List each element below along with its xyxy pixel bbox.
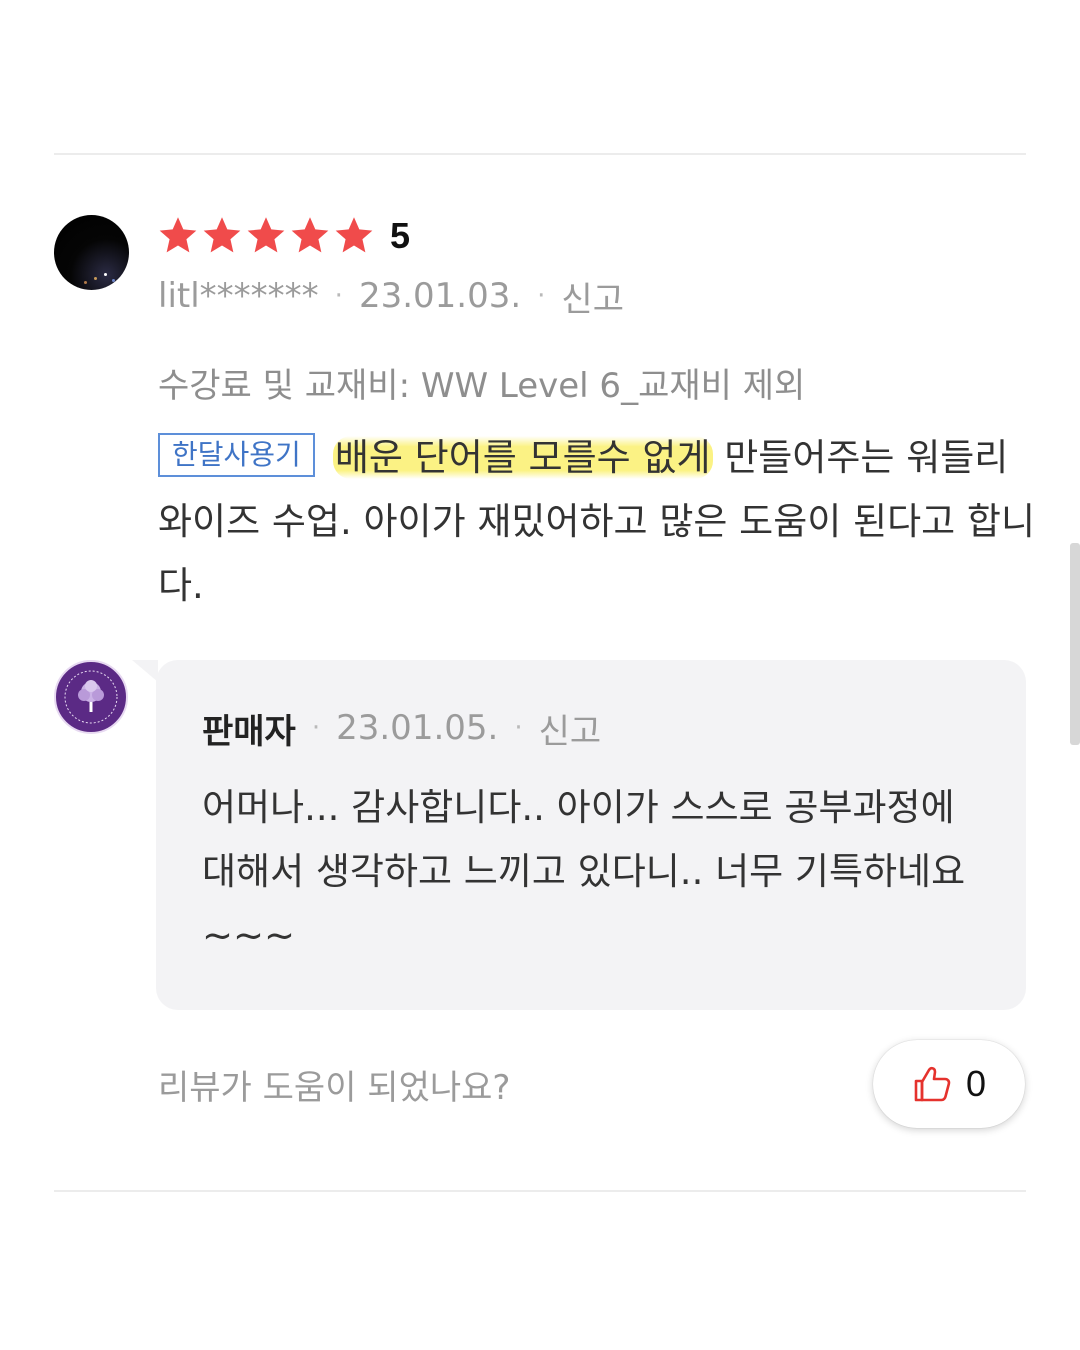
highlighted-text: 배운 단어를 모를수 없게 — [332, 436, 713, 479]
reply-report-link[interactable]: 신고 — [539, 704, 602, 753]
helpful-question: 리뷰가 도움이 되었나요? — [158, 1068, 511, 1108]
seller-avatar — [54, 660, 128, 734]
star-icon — [291, 217, 329, 253]
star-icon — [203, 217, 241, 253]
star-rating — [156, 214, 376, 258]
thumbs-up-icon — [914, 1066, 951, 1102]
bubble-tail — [132, 660, 158, 682]
reply-meta: 판매자 · 23.01.05. · 신고 — [202, 704, 601, 752]
seller-logo — [64, 670, 118, 724]
bottom-divider — [54, 1190, 1026, 1192]
meta-separator: · — [334, 281, 343, 311]
like-count: 0 — [965, 1063, 987, 1104]
purchase-option: 수강료 및 교재비: WW Level 6_교재비 제외 — [158, 366, 806, 406]
reply-date: 23.01.05. — [336, 708, 499, 748]
star-icon — [159, 217, 197, 253]
review-type-badge: 한달사용기 — [158, 433, 315, 477]
meta-separator: · — [311, 713, 321, 743]
meta-separator: · — [514, 713, 523, 743]
top-divider — [54, 153, 1026, 155]
helpful-like-button[interactable]: 0 — [873, 1040, 1025, 1128]
rating-score: 5 — [390, 215, 411, 256]
star-icon — [247, 217, 285, 253]
reviewer-avatar — [54, 215, 129, 290]
seller-reply: 판매자 · 23.01.05. · 신고 어머나... 감사합니다.. 아이가 … — [132, 660, 1026, 1010]
review-meta: litl******* · 23.01.03. · 신고 — [158, 272, 624, 321]
reply-text: 어머나... 감사합니다.. 아이가 스스로 공부과정에 대해서 생각하고 느끼… — [202, 786, 966, 957]
seller-name: 판매자 — [202, 711, 296, 752]
review-date: 23.01.03. — [358, 276, 522, 316]
reviewer-name: litl******* — [158, 276, 319, 316]
scrollbar[interactable] — [1070, 543, 1080, 745]
meta-separator: · — [537, 281, 546, 311]
review-text: 한달사용기 배운 단어를 모를수 없게 만들어주는 워들리와이즈 수업. 아이가 … — [158, 426, 1038, 618]
rating-row: 5 — [156, 212, 410, 260]
star-icon — [335, 217, 373, 253]
report-link[interactable]: 신고 — [561, 272, 624, 321]
